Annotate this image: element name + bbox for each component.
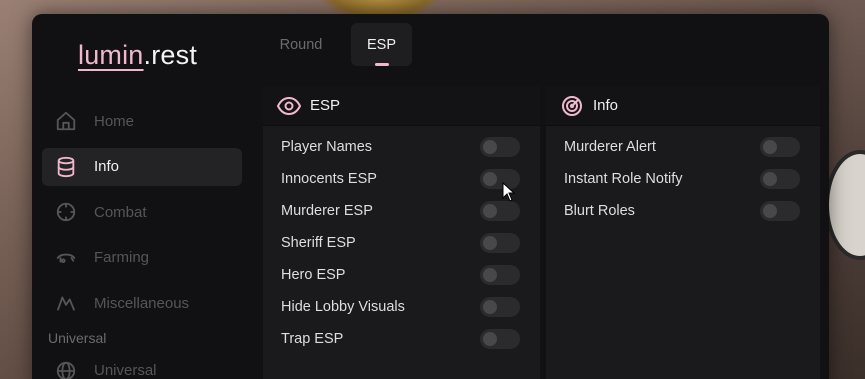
tab-esp-label: ESP xyxy=(366,36,396,53)
info-panel-header: Info xyxy=(546,86,820,126)
toggle-label: Trap ESP xyxy=(281,331,344,347)
toggle-knob xyxy=(483,172,497,186)
toggle-row-murderer-esp: Murderer ESP xyxy=(263,195,540,227)
crosshair-icon xyxy=(54,200,78,224)
sidebar-item-combat[interactable]: Combat xyxy=(42,193,242,231)
sidebar-item-label: Combat xyxy=(94,203,147,221)
trap-esp-toggle[interactable] xyxy=(480,329,520,349)
instant-role-notify-toggle[interactable] xyxy=(760,169,800,189)
eye-icon xyxy=(277,94,301,118)
sidebar-item-label: Farming xyxy=(94,249,150,266)
info-panel-title: Info xyxy=(593,97,619,114)
toggle-row-player-names: Player Names xyxy=(263,131,540,163)
toggle-row-innocents-esp: Innocents ESP xyxy=(263,163,540,195)
logo-accent: lumin xyxy=(78,40,144,70)
sidebar-item-miscellaneous[interactable]: Miscellaneous xyxy=(42,284,242,322)
toggle-knob xyxy=(483,140,497,154)
toggle-row-hero-esp: Hero ESP xyxy=(263,259,540,291)
toggle-label: Hero ESP xyxy=(281,267,346,283)
toggle-label: Murderer ESP xyxy=(281,203,373,219)
app-logo: lumin.rest xyxy=(78,40,197,71)
tab-esp[interactable]: ESP xyxy=(351,23,412,66)
toggle-label: Player Names xyxy=(281,139,373,155)
esp-panel: ESP Player Names Innocents ESP Murderer … xyxy=(263,86,540,379)
hide-lobby-visuals-toggle[interactable] xyxy=(480,297,520,317)
cheat-menu-window: lumin.rest Round ESP Home Info Combat Fa… xyxy=(32,14,829,379)
sidebar-section-universal: Universal xyxy=(48,329,107,346)
globe-icon xyxy=(54,359,78,379)
home-icon xyxy=(54,109,78,133)
info-panel-body: Murderer Alert Instant Role Notify Blurt… xyxy=(546,126,820,379)
toggle-row-blurt-roles: Blurt Roles xyxy=(546,195,820,227)
toggle-row-hide-lobby-visuals: Hide Lobby Visuals xyxy=(263,291,540,323)
toggle-label: Murderer Alert xyxy=(564,139,656,155)
farming-icon xyxy=(54,246,78,270)
sidebar-item-label: Universal xyxy=(94,362,157,379)
esp-panel-body: Player Names Innocents ESP Murderer ESP … xyxy=(263,126,540,379)
database-icon xyxy=(54,155,78,179)
toggle-row-trap-esp: Trap ESP xyxy=(263,323,540,355)
toggle-row-sheriff-esp: Sheriff ESP xyxy=(263,227,540,259)
tab-round-label: Round xyxy=(279,36,323,53)
toggle-row-murderer-alert: Murderer Alert xyxy=(546,131,820,163)
sidebar-item-label: Home xyxy=(94,112,135,130)
sidebar-item-universal[interactable]: Universal xyxy=(42,352,242,379)
logo-text: .rest xyxy=(143,40,198,70)
mountain-icon xyxy=(54,291,78,315)
mouse-cursor-icon xyxy=(502,182,516,202)
murderer-esp-toggle[interactable] xyxy=(480,201,520,221)
murderer-alert-toggle[interactable] xyxy=(760,137,800,157)
blurt-roles-toggle[interactable] xyxy=(760,201,800,221)
toggle-label: Blurt Roles xyxy=(564,203,635,219)
sidebar-item-farming[interactable]: Farming xyxy=(42,239,242,277)
sheriff-esp-toggle[interactable] xyxy=(480,233,520,253)
info-panel: Info Murderer Alert Instant Role Notify … xyxy=(546,86,820,379)
sidebar: Home Info Combat Farming Miscellaneous U… xyxy=(42,102,242,379)
radar-icon xyxy=(560,94,584,118)
toggle-knob xyxy=(483,300,497,314)
toggle-knob xyxy=(763,140,777,154)
toggle-label: Sheriff ESP xyxy=(281,235,356,251)
player-names-toggle[interactable] xyxy=(480,137,520,157)
toggle-knob xyxy=(483,236,497,250)
toggle-row-instant-role-notify: Instant Role Notify xyxy=(546,163,820,195)
toggle-label: Hide Lobby Visuals xyxy=(281,299,405,315)
toggle-knob xyxy=(483,268,497,282)
toggle-knob xyxy=(483,332,497,346)
toggle-knob xyxy=(763,172,777,186)
sidebar-item-home[interactable]: Home xyxy=(42,102,242,140)
hero-esp-toggle[interactable] xyxy=(480,265,520,285)
toggle-label: Innocents ESP xyxy=(281,171,377,187)
esp-panel-header: ESP xyxy=(263,86,540,126)
toggle-knob xyxy=(763,204,777,218)
esp-panel-title: ESP xyxy=(310,97,341,114)
sidebar-item-label: Info xyxy=(94,158,120,175)
sidebar-item-info[interactable]: Info xyxy=(42,147,242,186)
toggle-knob xyxy=(483,204,497,218)
sidebar-item-label: Miscellaneous xyxy=(94,294,190,312)
active-tab-indicator xyxy=(375,63,389,66)
toggle-label: Instant Role Notify xyxy=(564,171,683,187)
tab-round[interactable]: Round xyxy=(268,23,334,66)
